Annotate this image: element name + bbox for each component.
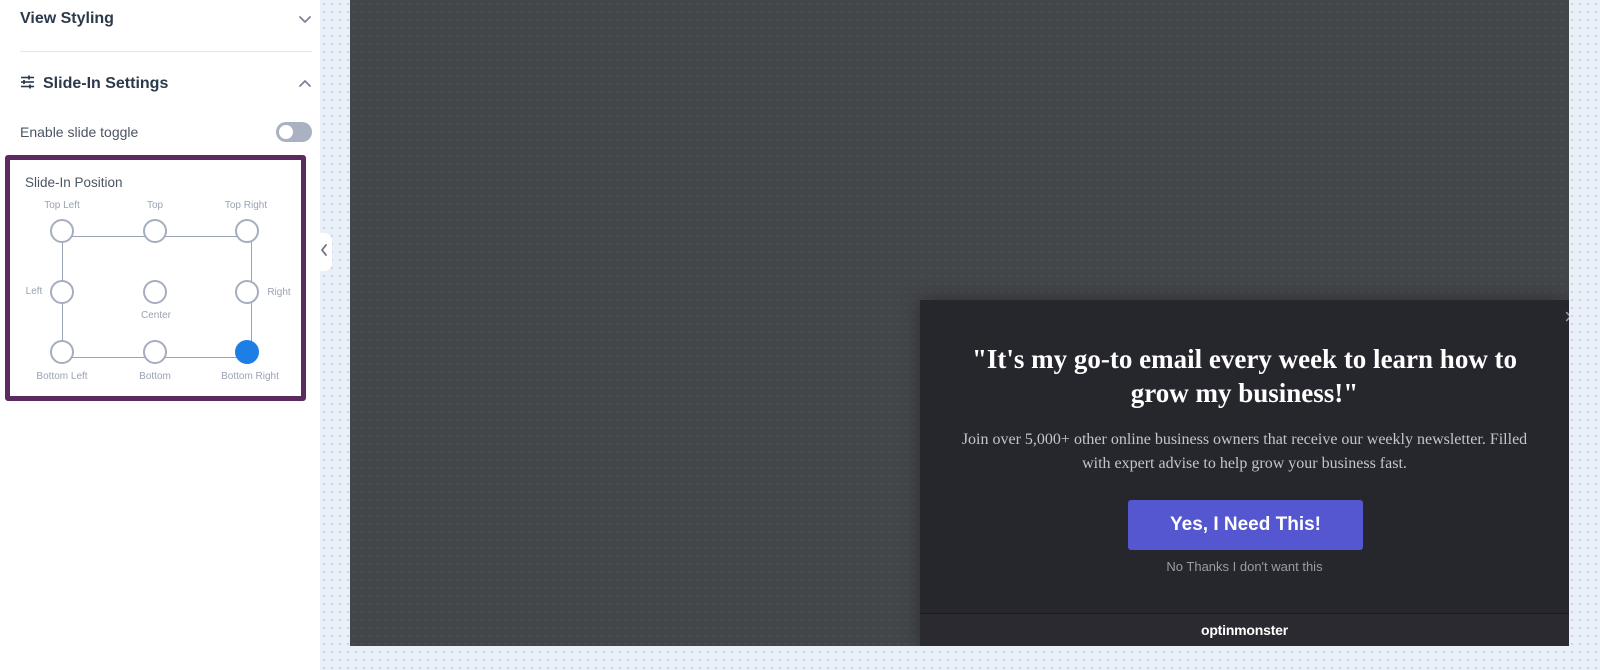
position-bottom[interactable] [143,340,167,364]
chevron-left-icon [319,243,329,262]
label-bottom-right: Bottom Right [221,371,279,382]
popup-body-text: Join over 5,000+ other online business o… [961,431,1528,472]
position-top-left[interactable] [50,219,74,243]
position-center[interactable] [143,280,167,304]
position-bottom-left[interactable] [50,340,74,364]
position-top[interactable] [143,219,167,243]
slide-in-position-title: Slide-In Position [25,175,123,190]
position-bottom-right[interactable] [235,340,259,364]
slide-toggle-switch[interactable] [276,122,312,142]
slide-toggle-label: Enable slide toggle [20,124,139,140]
position-left[interactable] [50,280,74,304]
label-top-right: Top Right [224,200,268,211]
slide-in-popup: × "It's my go-to email every week to lea… [920,300,1569,646]
label-top-left: Top Left [44,200,80,211]
label-center: Center [140,310,172,321]
section-divider [20,51,312,52]
popup-footer: optinmonster [920,613,1569,646]
label-top: Top [146,200,164,211]
position-right[interactable] [235,280,259,304]
view-styling-header[interactable]: View Styling [20,8,312,30]
slide-in-position-panel: Slide-In Position Top Left Top Top Right… [5,155,306,401]
yes-cta-button[interactable]: Yes, I Need This! [1128,500,1363,550]
chevron-down-icon [298,12,312,26]
view-styling-title: View Styling [20,10,114,27]
close-icon[interactable]: × [1564,306,1569,328]
slide-toggle-row: Enable slide toggle [20,122,312,142]
position-top-right[interactable] [235,219,259,243]
slide-in-settings-header[interactable]: Slide-In Settings [20,73,312,95]
label-right: Right [267,287,291,298]
label-bottom-left: Bottom Left [36,371,88,382]
popup-headline: "It's my go-to email every week to learn… [971,344,1518,408]
settings-sidebar: View Styling Slide-In Settings Enable sl… [0,0,320,670]
chevron-up-icon [298,77,312,91]
toggle-knob [279,125,293,139]
optinmonster-logo: optinmonster [1200,622,1289,638]
slide-in-settings-title: Slide-In Settings [43,75,169,92]
label-left: Left [25,286,43,297]
sliders-icon [20,75,35,94]
label-bottom: Bottom [139,371,171,382]
collapse-sidebar-button[interactable] [316,233,332,271]
site-preview: × "It's my go-to email every week to lea… [350,0,1569,646]
no-thanks-link[interactable]: No Thanks I don't want this [920,559,1569,574]
